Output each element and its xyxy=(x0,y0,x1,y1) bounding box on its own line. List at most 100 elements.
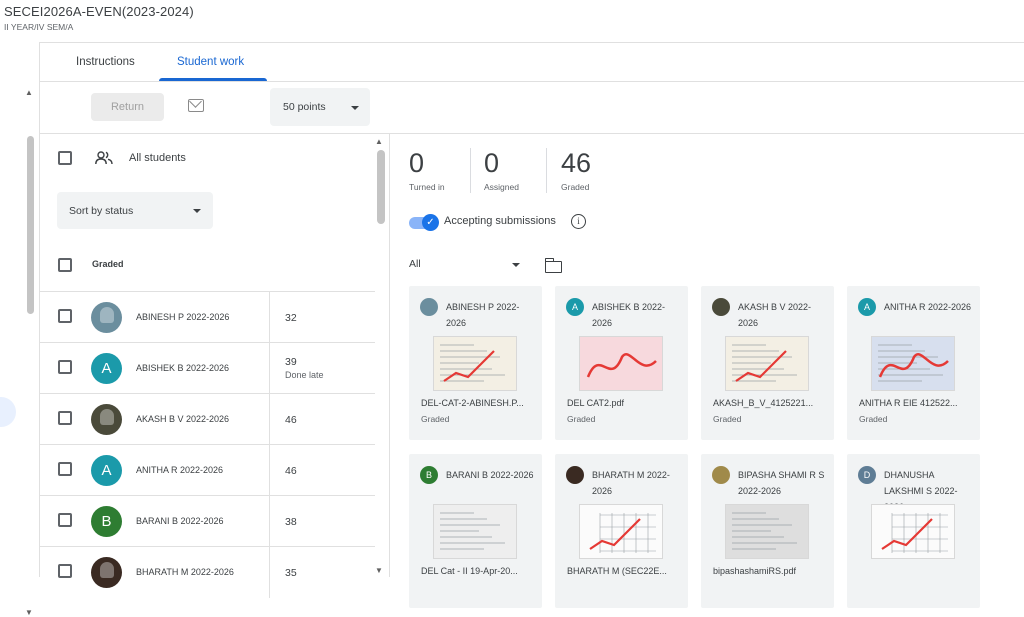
divider xyxy=(470,148,471,193)
scroll-up-arrow-icon[interactable]: ▲ xyxy=(25,88,33,97)
return-button[interactable]: Return xyxy=(91,93,164,121)
sidebar-active-indicator[interactable] xyxy=(0,397,16,427)
grade-value[interactable]: 32 xyxy=(285,312,297,324)
sidebar-scrollbar[interactable] xyxy=(27,136,34,314)
grade-value[interactable]: 39 xyxy=(285,356,297,368)
attachment-thumbnail[interactable] xyxy=(433,504,517,559)
attachment-thumbnail[interactable] xyxy=(871,504,955,559)
divider xyxy=(269,496,270,547)
tab-student-work[interactable]: Student work xyxy=(177,56,244,68)
scroll-down-arrow-icon[interactable]: ▼ xyxy=(25,608,33,617)
student-name: BIPASHA SHAMI R S 2022-2026 xyxy=(738,470,825,496)
student-name: AKASH B V 2022-2026 xyxy=(136,414,230,424)
submission-card[interactable]: BIPASHA SHAMI R S 2022-2026 bipashashami… xyxy=(701,454,834,608)
graded-label: Graded xyxy=(561,182,590,192)
avatar xyxy=(91,302,122,333)
status-note: Done late xyxy=(285,370,324,380)
attachment-filename[interactable]: ANITHA R EIE 412522... xyxy=(859,398,958,408)
row-checkbox[interactable] xyxy=(58,360,72,374)
divider xyxy=(546,148,547,193)
folder-icon[interactable] xyxy=(544,258,562,273)
student-name: BHARATH M 2022-2026 xyxy=(136,567,234,577)
avatar xyxy=(566,466,584,484)
sort-label: Sort by status xyxy=(69,205,134,217)
student-name: ABINESH P 2022-2026 xyxy=(136,312,230,322)
graded-group-checkbox[interactable] xyxy=(58,258,72,272)
row-checkbox[interactable] xyxy=(58,309,72,323)
row-checkbox[interactable] xyxy=(58,513,72,527)
avatar xyxy=(712,466,730,484)
avatar xyxy=(712,298,730,316)
submission-card[interactable]: ABINESH P 2022-2026 DEL-CAT-2-ABINESH.P.… xyxy=(409,286,542,440)
attachment-filename[interactable]: DEL-CAT-2-ABINESH.P... xyxy=(421,398,524,408)
grade-value[interactable]: 35 xyxy=(285,567,297,579)
divider xyxy=(269,394,270,445)
attachment-filename[interactable]: DEL Cat - II 19-Apr-20... xyxy=(421,566,518,576)
avatar: A xyxy=(91,353,122,384)
select-all-checkbox[interactable] xyxy=(58,151,72,165)
assigned-count: 0 xyxy=(484,148,500,178)
submission-card[interactable]: BHARATH M 2022-2026 BHARATH M (SEC22E... xyxy=(555,454,688,608)
grade-value[interactable]: 46 xyxy=(285,465,297,477)
graded-header: Graded xyxy=(92,259,124,269)
table-row[interactable]: B BARANI B 2022-2026 38 xyxy=(40,495,375,547)
submission-card[interactable]: A ANITHA R 2022-2026 ANITHA R EIE 412522… xyxy=(847,286,980,440)
table-row[interactable]: BHARATH M 2022-2026 35 xyxy=(40,546,375,598)
attachment-filename[interactable]: AKASH_B_V_4125221... xyxy=(713,398,813,408)
student-list-panel: ▲ ▼ All students Sort by status Graded A… xyxy=(40,134,390,598)
table-row[interactable]: ABINESH P 2022-2026 32 xyxy=(40,291,375,343)
attachment-filename[interactable]: bipashashamiRS.pdf xyxy=(713,566,796,576)
table-row[interactable]: A ABISHEK B 2022-2026 39 Done late xyxy=(40,342,375,394)
attachment-thumbnail[interactable] xyxy=(725,504,809,559)
attachment-filename[interactable]: BHARATH M (SEC22E... xyxy=(567,566,667,576)
grade-value[interactable]: 38 xyxy=(285,516,297,528)
tab-instructions[interactable]: Instructions xyxy=(76,56,135,68)
check-icon[interactable]: ✓ xyxy=(422,214,439,231)
assigned-label: Assigned xyxy=(484,182,519,192)
attachment-thumbnail[interactable] xyxy=(871,336,955,391)
sidebar-strip: ▲ ▼ xyxy=(0,42,40,617)
student-name: AKASH B V 2022-2026 xyxy=(738,302,812,328)
class-title: SECEI2026A-EVEN(2023-2024) xyxy=(4,4,194,19)
row-checkbox[interactable] xyxy=(58,462,72,476)
attachment-thumbnail[interactable] xyxy=(579,504,663,559)
attachment-filename[interactable]: DEL CAT2.pdf xyxy=(567,398,624,408)
graded-count: 46 xyxy=(561,148,592,178)
info-icon[interactable]: i xyxy=(571,214,586,229)
attachment-thumbnail[interactable] xyxy=(433,336,517,391)
submission-card[interactable]: B BARANI B 2022-2026 DEL Cat - II 19-Apr… xyxy=(409,454,542,608)
submission-card[interactable]: A ABISHEK B 2022-2026 DEL CAT2.pdf Grade… xyxy=(555,286,688,440)
table-row[interactable]: A ANITHA R 2022-2026 46 xyxy=(40,444,375,496)
all-students-label[interactable]: All students xyxy=(129,152,186,164)
submission-card[interactable]: D DHANUSHA LAKSHMI S 2022-2026 xyxy=(847,454,980,608)
points-select[interactable]: 50 points xyxy=(270,88,370,126)
submission-card[interactable]: AKASH B V 2022-2026 AKASH_B_V_4125221...… xyxy=(701,286,834,440)
status-label: Graded xyxy=(421,414,450,424)
tab-bar: Instructions Student work xyxy=(40,42,1024,82)
grade-value[interactable]: 46 xyxy=(285,414,297,426)
student-name: BARANI B 2022-2026 xyxy=(446,470,534,480)
avatar: B xyxy=(91,506,122,537)
avatar xyxy=(91,404,122,435)
student-name: BARANI B 2022-2026 xyxy=(136,516,224,526)
avatar: A xyxy=(91,455,122,486)
status-label: Graded xyxy=(859,414,888,424)
row-checkbox[interactable] xyxy=(58,564,72,578)
scroll-down-arrow-icon[interactable]: ▼ xyxy=(375,566,383,575)
active-tab-indicator xyxy=(159,78,267,81)
filter-select[interactable]: All xyxy=(409,258,421,270)
status-label: Graded xyxy=(713,414,742,424)
people-icon xyxy=(95,151,113,165)
list-scrollbar[interactable] xyxy=(377,150,385,224)
table-row[interactable]: AKASH B V 2022-2026 46 xyxy=(40,393,375,445)
status-label: Graded xyxy=(567,414,596,424)
email-icon[interactable] xyxy=(188,99,204,112)
avatar: A xyxy=(858,298,876,316)
attachment-thumbnail[interactable] xyxy=(579,336,663,391)
scroll-up-arrow-icon[interactable]: ▲ xyxy=(375,137,383,146)
attachment-thumbnail[interactable] xyxy=(725,336,809,391)
chevron-down-icon[interactable] xyxy=(512,263,520,267)
sort-select[interactable]: Sort by status xyxy=(57,192,213,229)
row-checkbox[interactable] xyxy=(58,411,72,425)
turned-in-count: 0 xyxy=(409,148,425,178)
